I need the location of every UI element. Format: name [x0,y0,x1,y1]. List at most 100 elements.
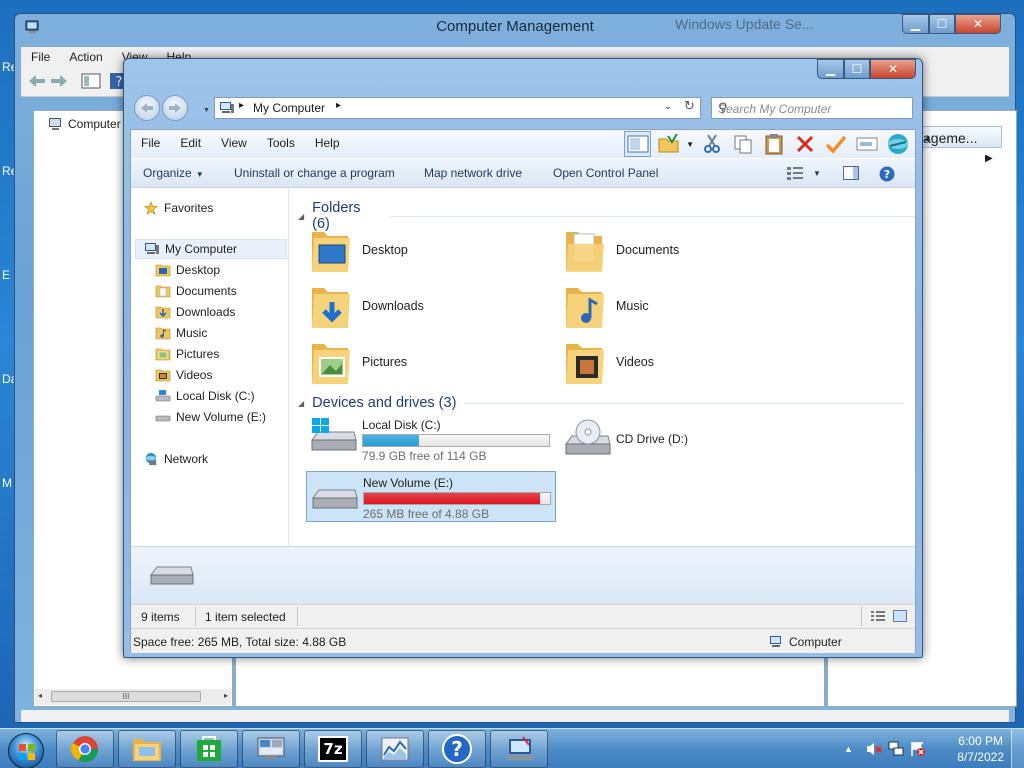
start-button[interactable] [2,731,50,768]
zone-label: Computer [789,635,842,649]
show-hidden-icons-icon[interactable]: ▲ [844,744,853,754]
taskbar-help-button[interactable]: ? [428,730,486,768]
capacity-bar [363,492,551,505]
nav-favorites[interactable]: Favorites [143,198,213,218]
refresh-button[interactable]: ↻ [679,97,701,119]
maximize-button[interactable]: ☐ [844,59,870,79]
menu-file[interactable]: File [131,130,170,158]
nav-documents[interactable]: Documents [155,281,237,301]
network-status-icon[interactable] [888,741,904,760]
nav-desktop[interactable]: Desktop [155,260,220,280]
scroll-left-arrow[interactable]: ◂ [38,691,42,700]
svg-text:?: ? [116,75,123,90]
nav-my-computer[interactable]: My Computer [135,239,287,259]
show-desktop-button[interactable] [1011,729,1024,768]
clock[interactable]: 6:00 PM 8/7/2022 [957,733,1004,765]
nav-videos[interactable]: Videos [155,365,212,385]
volume-muted-icon[interactable] [866,741,882,760]
breadcrumb-separator-icon[interactable]: ▸ [336,100,341,111]
folder-options-icon[interactable] [655,131,682,157]
drive-tile-new-volume-e[interactable]: New Volume (E:) 265 MB free of 4.88 GB [306,471,556,522]
open-control-panel-button[interactable]: Open Control Panel [553,166,658,180]
recent-pages-dropdown-icon[interactable]: ▼ [203,107,210,114]
collapse-triangle-icon[interactable]: ◢ [298,212,304,221]
delete-icon[interactable] [791,131,818,157]
scroll-thumb[interactable]: III [51,691,201,702]
folder-tile-documents[interactable]: Documents [564,226,679,274]
help-icon[interactable]: ? [879,166,895,185]
minimize-button[interactable]: ▁ [817,59,844,79]
devices-group-header[interactable]: ◢ Devices and drives (3) [298,395,905,411]
folder-options-dropdown-icon[interactable]: ▼ [686,140,694,149]
back-arrow-icon [141,103,153,113]
pictures-folder-icon [155,348,171,361]
hard-drive-icon [150,566,194,585]
action-center-alert-icon[interactable] [910,741,926,760]
back-arrow-icon[interactable] [27,72,47,90]
nav-pictures[interactable]: Pictures [155,344,219,364]
uninstall-program-button[interactable]: Uninstall or change a program [234,166,395,180]
organize-button[interactable]: Organize ▼ [143,166,204,180]
breadcrumb-my-computer[interactable]: My Computer [253,101,325,115]
taskbar-chrome-button[interactable] [56,730,114,768]
close-button[interactable]: ✕ [870,59,916,79]
taskbar-store-button[interactable] [180,730,238,768]
desktop-icon-label: M [2,476,12,490]
horizontal-scrollbar[interactable]: ◂ III ▸ [35,689,231,705]
scroll-right-arrow[interactable]: ▸ [224,691,228,700]
search-input[interactable]: Search My Computer ⚲ [711,97,913,119]
maximize-button[interactable]: ☐ [929,14,955,34]
collapse-triangle-icon[interactable]: ◢ [298,399,304,408]
actions-header[interactable]: ageme... ▲ [920,126,1002,148]
folder-tile-music[interactable]: Music [564,282,649,330]
drive-tile-local-disk-c[interactable]: Local Disk (C:) 79.9 GB free of 114 GB [306,414,556,463]
view-dropdown-caret-icon[interactable]: ▼ [813,169,821,178]
close-button[interactable]: ✕ [955,14,1001,34]
preview-pane-toggle-icon[interactable] [624,131,652,157]
forward-arrow-icon[interactable] [49,72,69,90]
back-button[interactable] [134,95,160,121]
copy-icon[interactable] [729,131,756,157]
taskbar-explorer-button[interactable] [118,730,176,768]
preview-pane-icon[interactable] [843,166,859,183]
show-hide-tree-icon[interactable] [81,72,101,90]
minimize-button[interactable]: ▁ [902,14,929,34]
taskbar-control-panel-button[interactable] [242,730,300,768]
nav-new-volume-e[interactable]: New Volume (E:) [155,407,266,427]
details-view-icon[interactable] [871,610,885,625]
menu-action[interactable]: Action [59,47,111,67]
taskbar-computer-management-button[interactable] [490,730,548,768]
rename-icon[interactable] [853,131,880,157]
taskbar-performance-button[interactable] [366,730,424,768]
map-network-drive-button[interactable]: Map network drive [424,166,522,180]
paste-icon[interactable] [760,131,787,157]
nav-music[interactable]: Music [155,323,207,343]
folder-tile-pictures[interactable]: Pictures [310,338,407,386]
large-icons-view-icon[interactable] [893,610,907,625]
folder-tile-videos[interactable]: Videos [564,338,654,386]
collapse-up-icon[interactable]: ▲ [923,133,997,143]
drive-tile-cd-drive-d[interactable]: CD Drive (D:) [560,414,810,460]
nav-network[interactable]: Network [143,449,208,469]
nav-downloads[interactable]: Downloads [155,302,235,322]
properties-check-icon[interactable] [822,131,849,157]
taskbar-7zip-button[interactable]: 7z [304,730,362,768]
search-icon[interactable]: ⚲ [718,100,906,116]
breadcrumb-separator-icon[interactable]: ▸ [239,100,244,111]
menu-tools[interactable]: Tools [257,130,305,158]
forward-button[interactable] [162,95,188,121]
address-bar[interactable]: ▸ My Computer ▸ ⌄ [214,97,701,119]
status-bar: 9 items 1 item selected [131,604,915,628]
menu-help[interactable]: Help [305,130,350,158]
more-actions-arrow-icon[interactable]: ▶ [985,153,993,164]
nav-local-disk-c[interactable]: Local Disk (C:) [155,386,255,406]
change-view-icon[interactable] [787,166,803,183]
menu-edit[interactable]: Edit [170,130,211,158]
explorer-window[interactable]: ▁ ☐ ✕ ▼ ▸ My Computer ▸ ⌄ ↻ Search My Co… [123,58,923,658]
address-dropdown-icon[interactable]: ⌄ [664,101,672,112]
menu-file[interactable]: File [21,47,59,67]
menu-view[interactable]: View [211,130,257,158]
folder-tile-downloads[interactable]: Downloads [310,282,424,330]
folder-tile-desktop[interactable]: Desktop [310,226,408,274]
cut-icon[interactable] [698,131,725,157]
